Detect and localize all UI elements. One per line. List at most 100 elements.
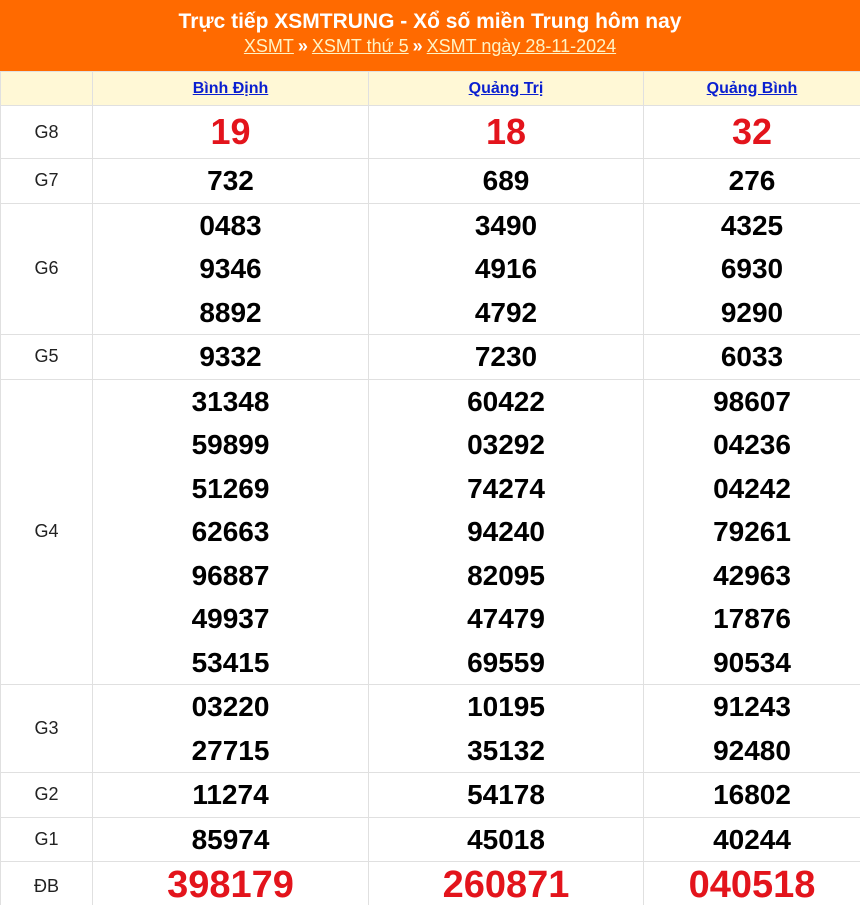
prize-cell: 3490 4916 4792 — [368, 202, 644, 335]
prize-number: 9332 — [199, 341, 262, 372]
prize-number: 69559 — [467, 646, 545, 678]
province-header-row: Bình Định Quảng Trị Quảng Bình — [0, 71, 860, 106]
prize-row-g8: G8 19 18 32 — [0, 105, 860, 159]
prize-cell: 19 — [92, 105, 369, 159]
page-header: Trực tiếp XSMTRUNG - Xổ số miền Trung hô… — [0, 0, 860, 71]
prize-number: 98607 — [713, 385, 791, 417]
prize-label: G1 — [0, 816, 93, 862]
prize-row-db: ĐB 398179 260871 040518 — [0, 861, 860, 905]
prize-cell: 31348 59899 51269 62663 96887 49937 53415 — [92, 378, 369, 685]
prize-number: 27715 — [191, 734, 270, 766]
prize-number: 04236 — [713, 429, 791, 460]
prize-number: 42963 — [713, 559, 791, 591]
prize-number: 31348 — [191, 385, 270, 417]
breadcrumb: XSMT» XSMT thứ 5» XSMT ngày 28-11-2024 — [0, 34, 860, 58]
prize-row-g6: G6 0483 9346 8892 3490 4916 4792 4325 6930 9290 — [0, 202, 860, 335]
prize-number: 54178 — [467, 779, 545, 810]
province-header: Quảng Trị — [368, 71, 644, 106]
prize-number: 85974 — [191, 823, 270, 855]
prize-cell: 10195 35132 — [368, 684, 644, 773]
prize-number: 94240 — [467, 516, 545, 547]
prize-number: 6930 — [720, 253, 784, 284]
prize-row-g3: G3 03220 27715 10195 35132 91243 92480 — [0, 684, 860, 773]
prize-number: 92480 — [713, 734, 791, 766]
breadcrumb-xsmt-date[interactable]: XSMT ngày 28-11-2024 — [427, 36, 616, 56]
prize-number: 11274 — [192, 779, 269, 810]
prize-cell: 398179 — [92, 861, 369, 905]
prize-number: 3490 — [474, 209, 538, 241]
prize-number: 60422 — [467, 385, 545, 417]
prize-cell: 85974 — [92, 816, 369, 862]
prize-cell: 4325 6930 9290 — [643, 202, 860, 335]
prize-cell: 16802 — [643, 772, 860, 818]
prize-number: 10195 — [467, 691, 545, 722]
prize-number: 79261 — [713, 516, 791, 547]
prize-label: G2 — [0, 772, 93, 818]
prize-row-g1: G1 85974 45018 40244 — [0, 816, 860, 862]
prize-cell: 0483 9346 8892 — [92, 202, 369, 335]
province-link-quang-binh[interactable]: Quảng Bình — [707, 80, 798, 97]
prize-number: 4325 — [720, 209, 784, 241]
prize-number: 9290 — [720, 296, 784, 328]
province-link-quang-tri[interactable]: Quảng Trị — [469, 80, 544, 97]
prize-cell: 18 — [368, 105, 644, 159]
prize-cell: 11274 — [92, 772, 369, 818]
prize-cell: 60422 03292 74274 94240 82095 47479 69559 — [368, 378, 644, 685]
prize-cell: 91243 92480 — [643, 684, 860, 773]
prize-number: 53415 — [191, 646, 270, 678]
prize-number: 17876 — [713, 603, 791, 634]
prize-number: 04242 — [713, 472, 791, 504]
prize-number: 51269 — [191, 472, 270, 504]
prize-number: 7230 — [474, 341, 538, 372]
prize-number: 0483 — [199, 209, 262, 241]
prize-row-g2: G2 11274 54178 16802 — [0, 772, 860, 818]
prize-label: G7 — [0, 158, 93, 204]
results-table: Bình Định Quảng Trị Quảng Bình G8 19 18 32 G… — [0, 71, 860, 905]
prize-cell: 54178 — [368, 772, 644, 818]
prize-number: 03220 — [191, 691, 270, 722]
results-body: G8 19 18 32 G7 732 689 276 G6 0483 9346 8892 3490 491… — [0, 105, 860, 905]
prize-number: 47479 — [467, 603, 545, 634]
prize-number: 4916 — [474, 253, 538, 284]
breadcrumb-xsmt-thu-5[interactable]: XSMT thứ 5 — [312, 36, 409, 56]
prize-number: 82095 — [467, 559, 545, 591]
prize-label: G4 — [0, 378, 93, 685]
breadcrumb-xsmt[interactable]: XSMT — [244, 36, 294, 56]
prize-number: 398179 — [167, 864, 294, 905]
prize-label: G3 — [0, 684, 93, 773]
prize-number: 59899 — [191, 429, 270, 460]
prize-number: 689 — [482, 165, 530, 196]
prize-number: 732 — [207, 165, 254, 196]
prize-number: 4792 — [474, 296, 538, 328]
prize-label: G5 — [0, 334, 93, 380]
prize-number: 260871 — [442, 864, 570, 905]
prize-cell: 732 — [92, 158, 369, 204]
prize-cell: 7230 — [368, 334, 644, 380]
prize-number: 040518 — [688, 864, 816, 905]
prize-number: 91243 — [713, 691, 791, 722]
prize-cell: 9332 — [92, 334, 369, 380]
prize-cell: 689 — [368, 158, 644, 204]
prize-label: G6 — [0, 202, 93, 335]
province-header: Bình Định — [92, 71, 369, 106]
prize-number: 49937 — [191, 603, 270, 634]
prize-cell: 6033 — [643, 334, 860, 380]
prize-number: 19 — [210, 111, 251, 153]
prize-number: 276 — [728, 165, 776, 196]
prize-number: 62663 — [191, 516, 270, 547]
province-link-binh-dinh[interactable]: Bình Định — [193, 80, 269, 97]
prize-number: 6033 — [720, 341, 784, 372]
prize-number: 32 — [731, 111, 773, 153]
breadcrumb-separator: » — [297, 36, 308, 56]
prize-row-g7: G7 732 689 276 — [0, 158, 860, 204]
prize-number: 18 — [485, 111, 527, 153]
prize-number: 45018 — [467, 823, 545, 855]
prize-number: 03292 — [467, 429, 545, 460]
prize-number: 35132 — [467, 734, 545, 766]
prize-number: 16802 — [713, 779, 791, 810]
prize-label: G8 — [0, 105, 93, 159]
page-title: Trực tiếp XSMTRUNG - Xổ số miền Trung hô… — [178, 10, 682, 33]
prize-column-header — [0, 71, 93, 106]
prize-cell: 260871 — [368, 861, 644, 905]
prize-number: 90534 — [713, 646, 791, 678]
